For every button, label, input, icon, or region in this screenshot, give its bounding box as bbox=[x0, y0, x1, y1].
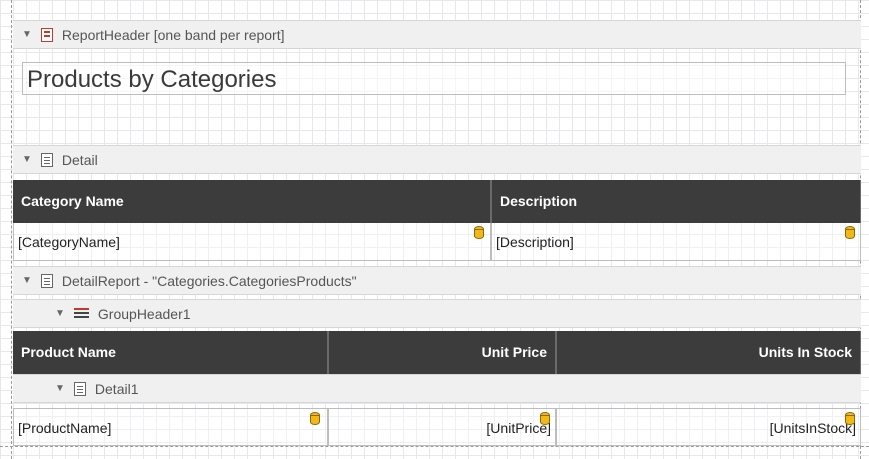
field-description[interactable]: [Description] bbox=[491, 223, 861, 261]
database-icon[interactable] bbox=[474, 226, 484, 239]
collapse-arrow-icon[interactable]: ▼ bbox=[22, 275, 32, 286]
band-label: DetailReport - "Categories.CategoriesPro… bbox=[61, 272, 357, 289]
band-label: Detail1 bbox=[94, 380, 139, 397]
field-unit-price[interactable]: [UnitPrice] bbox=[328, 408, 556, 446]
collapse-arrow-icon[interactable]: ▼ bbox=[22, 154, 32, 165]
database-icon[interactable] bbox=[845, 412, 855, 425]
detail-band-icon bbox=[73, 381, 86, 396]
collapse-arrow-icon[interactable]: ▼ bbox=[55, 308, 65, 319]
field-label: [Description] bbox=[496, 234, 574, 250]
field-label: [ProductName] bbox=[18, 420, 112, 436]
band-label: ReportHeader [one band per report] bbox=[61, 26, 285, 43]
band-detail-report[interactable]: ▼ DetailReport - "Categories.CategoriesP… bbox=[13, 266, 861, 295]
band-group-header[interactable]: ▼ GroupHeader1 bbox=[13, 299, 861, 328]
database-icon[interactable] bbox=[310, 412, 320, 425]
header-unit-price[interactable]: Unit Price bbox=[328, 331, 556, 374]
band-label: GroupHeader1 bbox=[97, 305, 191, 322]
header-units-in-stock[interactable]: Units In Stock bbox=[556, 331, 861, 374]
field-category-name[interactable]: [CategoryName] bbox=[13, 223, 491, 261]
header-product-name[interactable]: Product Name bbox=[13, 331, 328, 374]
report-band-icon bbox=[40, 27, 53, 42]
bottom-margin-line bbox=[0, 446, 869, 447]
field-units-in-stock[interactable]: [UnitsInStock] bbox=[556, 408, 861, 446]
group-header-icon bbox=[73, 307, 89, 320]
header-category-name[interactable]: Category Name bbox=[13, 180, 491, 223]
detail-band-icon bbox=[40, 273, 53, 288]
band-detail1[interactable]: ▼ Detail1 bbox=[13, 374, 861, 403]
report-title[interactable]: Products by Categories bbox=[22, 62, 846, 95]
field-product-name[interactable]: [ProductName] bbox=[13, 408, 328, 446]
band-report-header[interactable]: ▼ ReportHeader [one band per report] bbox=[13, 20, 861, 49]
field-label: [UnitsInStock] bbox=[769, 420, 856, 436]
header-description[interactable]: Description bbox=[491, 180, 861, 223]
left-margin-line bbox=[11, 0, 12, 459]
detail-band-icon bbox=[40, 152, 53, 167]
collapse-arrow-icon[interactable]: ▼ bbox=[55, 383, 65, 394]
band-label: Detail bbox=[61, 151, 98, 168]
collapse-arrow-icon[interactable]: ▼ bbox=[22, 29, 32, 40]
database-icon[interactable] bbox=[845, 226, 855, 239]
database-icon[interactable] bbox=[540, 412, 550, 425]
band-detail[interactable]: ▼ Detail bbox=[13, 145, 861, 174]
field-label: [CategoryName] bbox=[18, 234, 120, 250]
